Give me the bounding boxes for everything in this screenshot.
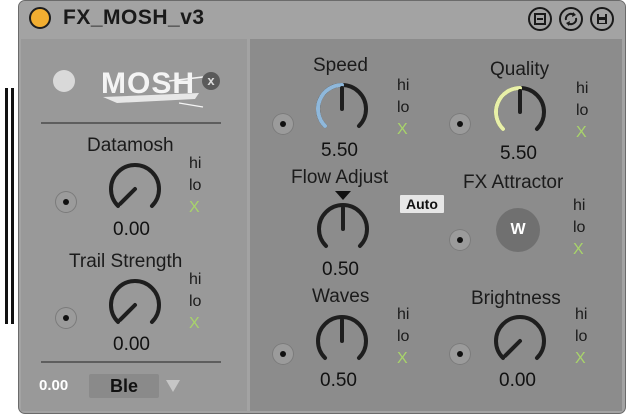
brightness-lo[interactable]: lo bbox=[575, 326, 587, 348]
speed-range: hi lo X bbox=[397, 75, 409, 141]
quality-knob[interactable] bbox=[490, 82, 550, 142]
left-divider-bottom bbox=[41, 361, 221, 363]
pin-button[interactable] bbox=[528, 7, 552, 31]
title-bar: FX_MOSH_v3 bbox=[19, 1, 625, 39]
datamosh-lo[interactable]: lo bbox=[189, 175, 201, 197]
flow-adjust-knob[interactable] bbox=[313, 199, 373, 259]
speed-clear[interactable]: X bbox=[397, 119, 409, 141]
brightness-hi[interactable]: hi bbox=[575, 304, 587, 326]
fx-attractor-hi[interactable]: hi bbox=[573, 195, 585, 217]
waves-hi[interactable]: hi bbox=[397, 304, 409, 326]
right-panel: Speed 5.50 hi lo X Quality 5.50 hi lo X … bbox=[250, 39, 622, 411]
waves-modulation-jack[interactable] bbox=[272, 343, 294, 365]
device-window: FX_MOSH_v3 MOSH x Datamosh 0.00 hi lo X … bbox=[18, 0, 626, 414]
fx-attractor-label: FX Attractor bbox=[463, 172, 564, 193]
datamosh-label: Datamosh bbox=[87, 135, 174, 156]
quality-label: Quality bbox=[490, 59, 550, 80]
waves-label: Waves bbox=[312, 286, 370, 307]
datamosh-value: 0.00 bbox=[113, 219, 150, 240]
brightness-range: hi lo X bbox=[575, 304, 587, 370]
datamosh-modulation-jack[interactable] bbox=[55, 191, 77, 213]
trail-strength-range: hi lo X bbox=[189, 269, 201, 335]
fx-attractor-clear[interactable]: X bbox=[573, 239, 585, 261]
speed-label: Speed bbox=[313, 55, 368, 76]
mode-dropdown-arrow-icon[interactable] bbox=[166, 380, 180, 392]
quality-range: hi lo X bbox=[576, 78, 588, 144]
trail-strength-knob[interactable] bbox=[105, 275, 165, 335]
left-divider-top bbox=[41, 122, 221, 124]
waves-value: 0.50 bbox=[320, 370, 357, 391]
quality-clear[interactable]: X bbox=[576, 122, 588, 144]
quality-lo[interactable]: lo bbox=[576, 100, 588, 122]
brightness-label: Brightness bbox=[471, 288, 561, 309]
auto-button[interactable]: Auto bbox=[400, 195, 444, 213]
brightness-knob[interactable] bbox=[490, 311, 550, 371]
fx-attractor-modulation-jack[interactable] bbox=[449, 229, 471, 251]
device-power-button[interactable] bbox=[29, 7, 51, 29]
datamosh-range: hi lo X bbox=[189, 153, 201, 219]
quality-value: 5.50 bbox=[500, 143, 537, 164]
quality-hi[interactable]: hi bbox=[576, 78, 588, 100]
left-panel: MOSH x Datamosh 0.00 hi lo X Trail Stren… bbox=[21, 39, 247, 411]
speed-knob[interactable] bbox=[312, 79, 372, 139]
logo-toggle[interactable] bbox=[53, 70, 75, 92]
left-edge-bar-2 bbox=[11, 88, 14, 324]
footer-value[interactable]: 0.00 bbox=[39, 377, 68, 394]
waves-clear[interactable]: X bbox=[397, 348, 409, 370]
fx-attractor-button[interactable]: W bbox=[496, 208, 540, 252]
speed-value: 5.50 bbox=[321, 140, 358, 161]
device-title: FX_MOSH_v3 bbox=[63, 6, 205, 29]
speed-hi[interactable]: hi bbox=[397, 75, 409, 97]
waves-range: hi lo X bbox=[397, 304, 409, 370]
fx-attractor-lo[interactable]: lo bbox=[573, 217, 585, 239]
pin-icon bbox=[534, 13, 546, 25]
brightness-clear[interactable]: X bbox=[575, 348, 587, 370]
speed-modulation-jack[interactable] bbox=[272, 113, 294, 135]
mode-selector[interactable]: Ble bbox=[89, 374, 159, 398]
trail-strength-hi[interactable]: hi bbox=[189, 269, 201, 291]
brightness-modulation-jack[interactable] bbox=[449, 343, 471, 365]
speed-lo[interactable]: lo bbox=[397, 97, 409, 119]
save-icon bbox=[597, 14, 607, 24]
trail-strength-modulation-jack[interactable] bbox=[55, 307, 77, 329]
mosh-logo: MOSH bbox=[101, 67, 204, 108]
trail-strength-clear[interactable]: X bbox=[189, 313, 201, 335]
datamosh-hi[interactable]: hi bbox=[189, 153, 201, 175]
flow-adjust-value: 0.50 bbox=[322, 259, 359, 280]
quality-modulation-jack[interactable] bbox=[449, 113, 471, 135]
close-icon[interactable]: x bbox=[202, 72, 220, 90]
trail-strength-lo[interactable]: lo bbox=[189, 291, 201, 313]
fx-attractor-range: hi lo X bbox=[573, 195, 585, 261]
waves-lo[interactable]: lo bbox=[397, 326, 409, 348]
flow-adjust-label: Flow Adjust bbox=[291, 167, 389, 188]
hotswap-button[interactable] bbox=[559, 7, 583, 31]
waves-knob[interactable] bbox=[312, 311, 372, 371]
trail-strength-label: Trail Strength bbox=[69, 251, 183, 272]
brightness-value: 0.00 bbox=[499, 370, 536, 391]
datamosh-knob[interactable] bbox=[105, 159, 165, 219]
hotswap-icon bbox=[564, 12, 578, 26]
trail-strength-value: 0.00 bbox=[113, 334, 150, 355]
left-edge-bar-1 bbox=[5, 88, 8, 324]
datamosh-clear[interactable]: X bbox=[189, 197, 201, 219]
save-button[interactable] bbox=[590, 7, 614, 31]
